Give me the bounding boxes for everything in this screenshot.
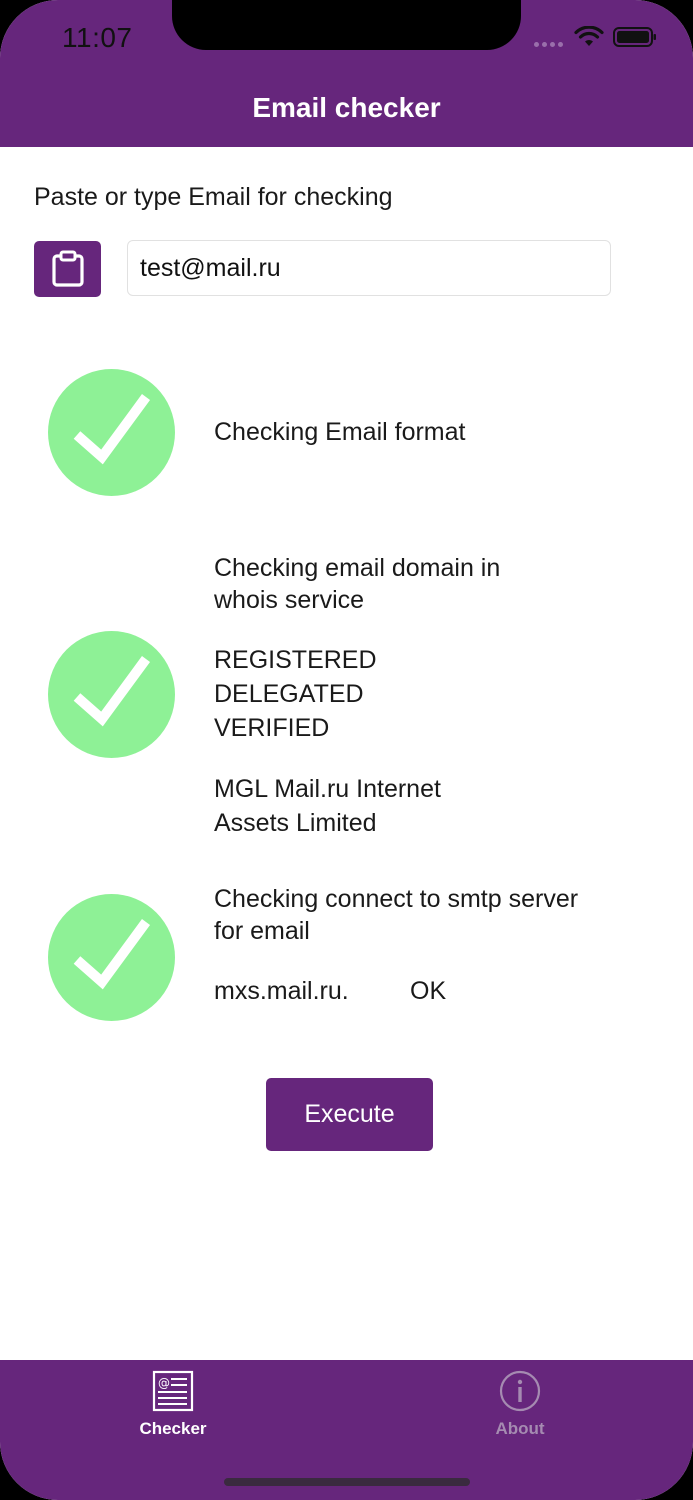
wifi-icon — [574, 26, 604, 46]
checker-icon: @ — [152, 1370, 194, 1412]
email-input[interactable] — [127, 240, 611, 296]
status-time: 11:07 — [62, 22, 133, 53]
tab-checker[interactable]: @ Checker — [93, 1370, 253, 1439]
tab-checker-label: Checker — [139, 1419, 207, 1438]
paste-button[interactable] — [34, 241, 101, 297]
smtp-check-title-line-1: Checking connect to smtp server — [214, 885, 579, 913]
smtp-server-name: mxs.mail.ru. — [214, 977, 349, 1005]
checkmark-icon — [73, 919, 151, 990]
whois-check-text: Checking email domain in whois service — [214, 552, 500, 616]
whois-owner-line-2: Assets Limited — [214, 809, 377, 837]
checkmark-icon — [73, 656, 151, 727]
whois-status-registered: REGISTERED — [214, 646, 377, 674]
device-notch — [172, 0, 521, 50]
format-check-status-icon — [48, 369, 175, 496]
clipboard-icon — [51, 250, 84, 287]
svg-text:@: @ — [158, 1376, 170, 1390]
battery-icon — [613, 27, 656, 47]
email-prompt-label: Paste or type Email for checking — [34, 183, 393, 211]
whois-owner: MGL Mail.ru Internet Assets Limited — [214, 772, 441, 840]
home-indicator — [224, 1478, 470, 1486]
whois-check-title-line-1: Checking email domain in — [214, 554, 501, 582]
smtp-server-result: mxs.mail.ru. — [214, 975, 349, 1007]
smtp-result-ok: OK — [410, 977, 447, 1005]
smtp-check-text: Checking connect to smtp server for emai… — [214, 883, 578, 947]
navigation-header: 11:07 Email checker — [0, 0, 693, 147]
phone-screen: 11:07 Email checker Paste or type Email … — [0, 0, 693, 1500]
page-title: Email checker — [252, 92, 441, 123]
smtp-check-title-line-2: for email — [214, 917, 310, 945]
whois-check-title-line-2: whois service — [214, 586, 365, 614]
whois-status-delegated: DELEGATED — [214, 680, 364, 708]
whois-owner-line-1: MGL Mail.ru Internet — [214, 775, 441, 803]
smtp-check-status-icon — [48, 894, 175, 1021]
format-check-label: Checking Email format — [214, 418, 466, 446]
whois-check-status-icon — [48, 631, 175, 758]
whois-status-verified: VERIFIED — [214, 714, 330, 742]
format-check-text: Checking Email format — [214, 416, 465, 448]
whois-status-list: REGISTERED DELEGATED VERIFIED — [214, 643, 377, 745]
checkmark-icon — [73, 394, 151, 465]
execute-button[interactable]: Execute — [266, 1078, 433, 1151]
smtp-result-status: OK — [410, 975, 446, 1007]
tab-about[interactable]: About — [440, 1370, 600, 1439]
cellular-signal-icon — [534, 42, 563, 47]
tab-about-label: About — [495, 1419, 545, 1438]
info-icon — [499, 1370, 541, 1412]
